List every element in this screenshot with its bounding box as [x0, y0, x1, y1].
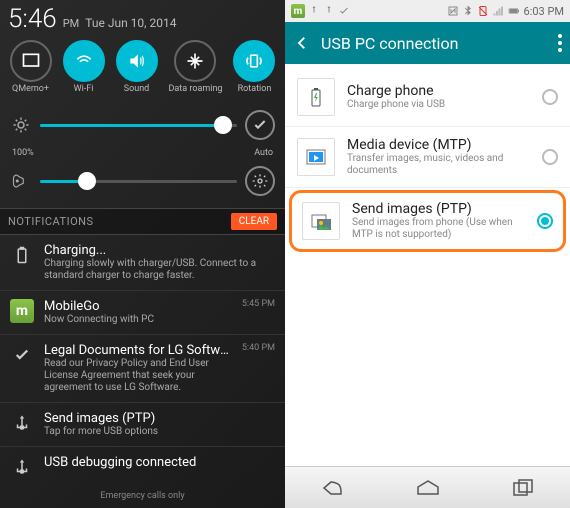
notification-time: 5:40 PM — [242, 343, 275, 353]
radio-button[interactable] — [542, 149, 558, 165]
notification-text: Read our Privacy Policy and End User Lic… — [44, 358, 232, 394]
home-nav-button[interactable] — [412, 474, 444, 502]
nfc-icon — [447, 5, 459, 17]
status-icons-left: m — [291, 4, 350, 18]
status-date: Tue Jun 10, 2014 — [85, 16, 176, 30]
notification-text: Now Connecting with PC — [44, 314, 232, 326]
sound-icon — [116, 40, 158, 82]
action-bar: USB PC connection — [285, 22, 570, 64]
notification-shade: 5:46 PM Tue Jun 10, 2014 QMemo+ Wi-Fi So… — [0, 0, 285, 508]
clock-ampm: PM — [63, 17, 80, 30]
notification-item[interactable]: Charging... Charging slowly with charger… — [0, 235, 285, 291]
settings-button[interactable] — [245, 166, 275, 196]
option-desc: Send images from phone (Use when MTP is … — [352, 217, 525, 241]
toggle-label: Data roaming — [169, 84, 223, 94]
toggle-label: Sound — [124, 84, 149, 94]
mtp-option-icon — [297, 138, 335, 176]
clock: 5:46 — [8, 4, 57, 34]
wifi-icon — [63, 40, 105, 82]
notifications-header: NOTIFICATIONS CLEAR — [0, 208, 285, 235]
notification-item[interactable]: USB debugging connected — [0, 447, 285, 487]
notification-item[interactable]: Send images (PTP) Tap for more USB optio… — [0, 403, 285, 447]
volume-slider[interactable] — [40, 180, 237, 183]
clear-button[interactable]: CLEAR — [231, 213, 277, 230]
sliders-section: 100% Auto — [0, 96, 285, 208]
usb-option-mtp[interactable]: Media device (MTP) Transfer images, musi… — [285, 127, 570, 188]
battery-icon — [507, 5, 521, 17]
notification-item[interactable]: Legal Documents for LG Software Read our… — [0, 335, 285, 403]
navigation-bar — [285, 466, 570, 508]
option-desc: Transfer images, music, videos and docum… — [347, 153, 530, 177]
auto-brightness-button[interactable] — [245, 110, 275, 140]
toggle-qmemo[interactable]: QMemo+ — [10, 40, 52, 94]
usb-status-icon — [323, 5, 335, 17]
mobilego-status-icon: m — [291, 4, 305, 18]
recents-nav-button[interactable] — [507, 474, 539, 502]
status-time: 6:03 PM — [524, 5, 564, 18]
toggle-label: Wi-Fi — [74, 84, 94, 94]
notification-title: Legal Documents for LG Software — [44, 343, 232, 358]
notification-title: MobileGo — [44, 299, 232, 314]
status-icons-right: 6:03 PM — [447, 5, 564, 18]
no-sim-icon — [477, 5, 489, 17]
option-title: Send images (PTP) — [352, 201, 525, 217]
toggle-data-roaming[interactable]: Data roaming — [169, 40, 223, 94]
radio-button[interactable] — [542, 89, 558, 105]
qmemo-icon — [10, 40, 52, 82]
notification-title: Send images (PTP) — [44, 411, 275, 426]
mobilego-app-icon: m — [10, 299, 34, 323]
auto-label: Auto — [254, 148, 273, 158]
usb-options-list: Charge phone Charge phone via USB Media … — [285, 64, 570, 466]
carrier-footer: Emergency calls only — [0, 487, 285, 505]
brightness-slider-row — [10, 110, 275, 140]
check-icon — [10, 343, 34, 367]
toggle-label: QMemo+ — [12, 84, 49, 94]
battery-icon — [10, 243, 34, 267]
notifications-label: NOTIFICATIONS — [8, 215, 94, 228]
notification-text: Charging slowly with charger/USB. Connec… — [44, 258, 275, 282]
option-desc: Charge phone via USB — [347, 99, 530, 111]
status-bar-right: m 6:03 PM — [285, 0, 570, 22]
usb-status-icon — [308, 5, 320, 17]
volume-icon — [10, 170, 32, 192]
page-title: USB PC connection — [321, 34, 548, 53]
check-status-icon — [338, 5, 350, 17]
quick-toggles-row: QMemo+ Wi-Fi Sound Data roaming Rotation — [0, 34, 285, 96]
data-roaming-icon — [174, 40, 216, 82]
brightness-percent: 100% — [12, 148, 34, 158]
usb-settings-screen: m 6:03 PM USB PC connection Charge phone… — [285, 0, 570, 508]
back-nav-button[interactable] — [317, 474, 349, 502]
usb-option-charge[interactable]: Charge phone Charge phone via USB — [285, 68, 570, 127]
toggle-wifi[interactable]: Wi-Fi — [63, 40, 105, 94]
back-icon[interactable] — [293, 34, 311, 52]
charge-option-icon — [297, 78, 335, 116]
toggle-sound[interactable]: Sound — [116, 40, 158, 94]
notification-text: Tap for more USB options — [44, 426, 275, 438]
usb-option-ptp[interactable]: Send images (PTP) Send images from phone… — [289, 190, 566, 252]
bluetooth-icon — [462, 5, 474, 17]
notification-title: Charging... — [44, 243, 275, 258]
status-bar-left: 5:46 PM Tue Jun 10, 2014 — [0, 0, 285, 34]
option-title: Charge phone — [347, 83, 530, 99]
brightness-slider[interactable] — [40, 124, 237, 127]
toggle-rotation[interactable]: Rotation — [233, 40, 275, 94]
rotation-icon — [233, 40, 275, 82]
ptp-option-icon — [302, 202, 340, 240]
usb-icon — [10, 455, 34, 479]
notification-title: USB debugging connected — [44, 455, 275, 470]
radio-button[interactable] — [537, 213, 553, 229]
notifications-list: Charging... Charging slowly with charger… — [0, 235, 285, 487]
notification-time: 5:45 PM — [242, 299, 275, 309]
brightness-icon — [10, 114, 32, 136]
toggle-label: Rotation — [238, 84, 272, 94]
notification-item[interactable]: m MobileGo Now Connecting with PC 5:45 P… — [0, 291, 285, 335]
usb-icon — [10, 411, 34, 435]
option-title: Media device (MTP) — [347, 137, 530, 153]
volume-slider-row — [10, 166, 275, 196]
signal-icon — [492, 5, 504, 17]
overflow-menu-icon[interactable] — [558, 34, 562, 52]
